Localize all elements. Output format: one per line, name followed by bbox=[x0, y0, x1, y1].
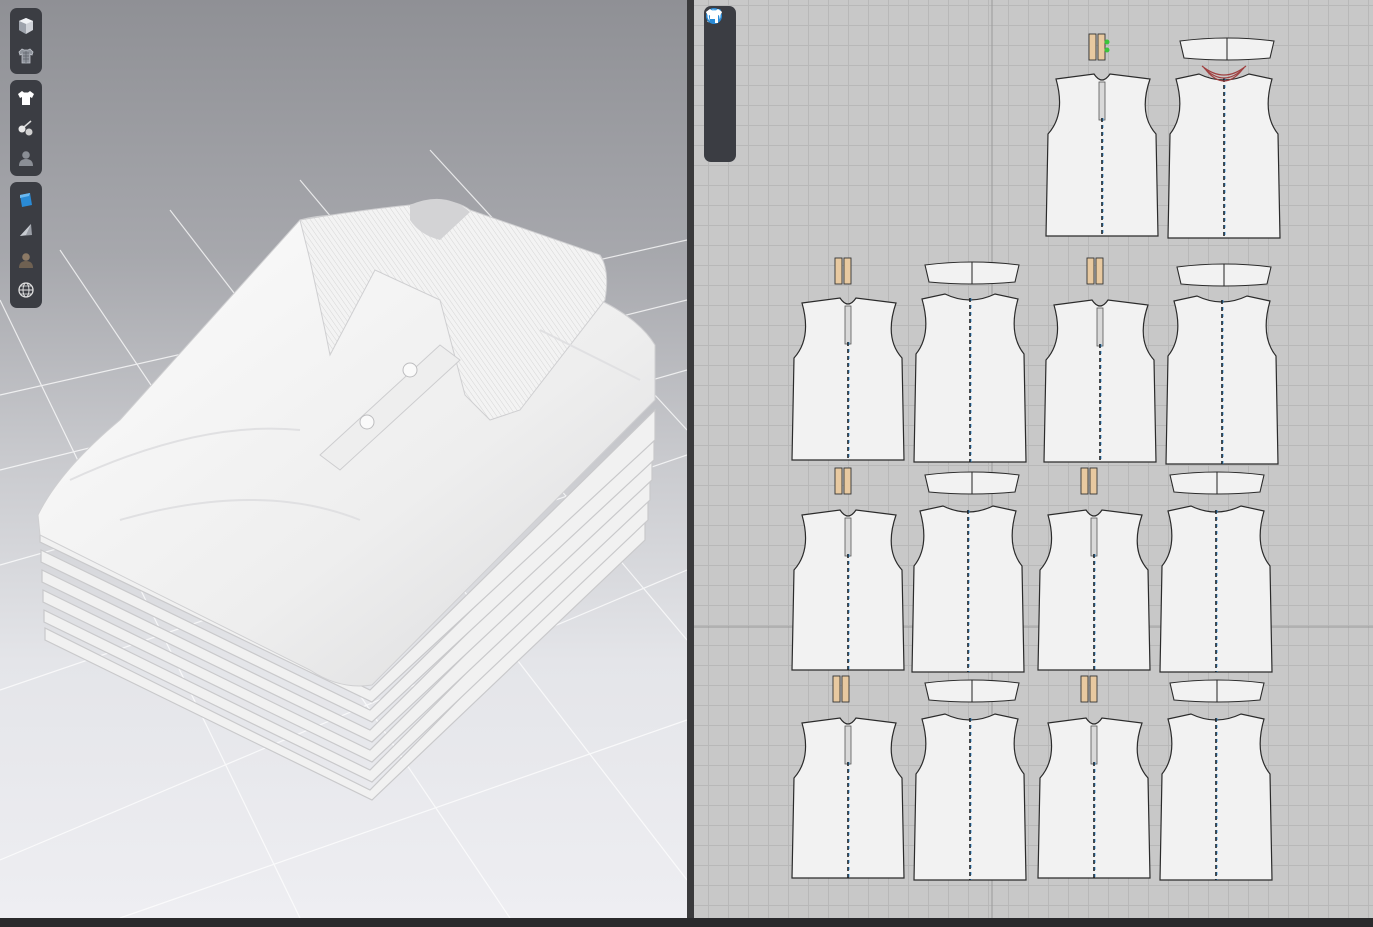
pattern-display-button[interactable] bbox=[706, 9, 733, 68]
viewport-divider[interactable] bbox=[687, 0, 694, 927]
texture-icon bbox=[20, 193, 32, 207]
environment-button[interactable] bbox=[13, 276, 39, 304]
texture-2d-button[interactable] bbox=[707, 9, 733, 128]
globe-icon bbox=[18, 282, 34, 298]
show-avatar-button[interactable] bbox=[13, 144, 39, 172]
placket-piece-right[interactable] bbox=[1095, 257, 1104, 285]
placket-piece-right[interactable] bbox=[1089, 467, 1098, 495]
status-bar bbox=[0, 918, 1373, 927]
2d-pattern-viewport[interactable]: i bbox=[694, 0, 1373, 918]
show-pins-button[interactable] bbox=[13, 114, 39, 142]
tshirt-blue-icon bbox=[706, 9, 722, 23]
toolbar-3d-group-2 bbox=[10, 80, 42, 176]
mesh-shade-icon bbox=[20, 224, 32, 236]
toolbar-3d-group-3 bbox=[10, 182, 42, 308]
display-avatar-button[interactable] bbox=[13, 12, 39, 40]
avatar-display-button[interactable] bbox=[13, 246, 39, 274]
placket-piece-left[interactable] bbox=[1080, 467, 1089, 495]
placket-piece-left[interactable] bbox=[834, 467, 843, 495]
placket-piece-right[interactable] bbox=[843, 257, 852, 285]
placket-piece-left[interactable] bbox=[1086, 257, 1095, 285]
placket-piece-right[interactable] bbox=[1089, 675, 1098, 703]
toolbar-3d bbox=[10, 8, 42, 308]
garment-wireframe-button[interactable] bbox=[13, 42, 39, 70]
toolbar-2d-group: i bbox=[704, 6, 736, 162]
3d-viewport[interactable] bbox=[0, 0, 687, 918]
placket-piece-left[interactable] bbox=[832, 675, 841, 703]
avatar-shade-icon bbox=[19, 253, 33, 268]
placket-piece-left[interactable] bbox=[1088, 33, 1097, 61]
texture-mode-button[interactable] bbox=[13, 186, 39, 214]
toolbar-2d: i bbox=[704, 6, 736, 162]
toolbar-3d-group-1 bbox=[10, 8, 42, 74]
folded-polo-stack[interactable] bbox=[0, 0, 687, 918]
cube-icon bbox=[19, 18, 33, 34]
shaded-mode-button[interactable] bbox=[13, 216, 39, 244]
placket-piece-left[interactable] bbox=[1080, 675, 1089, 703]
avatar-icon bbox=[19, 151, 33, 166]
pattern-info-button[interactable]: i bbox=[706, 8, 733, 98]
pattern-canvas bbox=[694, 0, 1373, 918]
tshirt-icon bbox=[18, 91, 34, 105]
placket-piece-left[interactable] bbox=[834, 257, 843, 285]
garment-2d-button[interactable] bbox=[706, 9, 733, 158]
garment-wire-icon bbox=[18, 48, 34, 64]
placket-piece-right[interactable] bbox=[1097, 33, 1106, 61]
pins-icon bbox=[18, 120, 33, 136]
placket-piece-right[interactable] bbox=[843, 467, 852, 495]
show-garment-button[interactable] bbox=[13, 84, 39, 112]
placket-piece-right[interactable] bbox=[841, 675, 850, 703]
